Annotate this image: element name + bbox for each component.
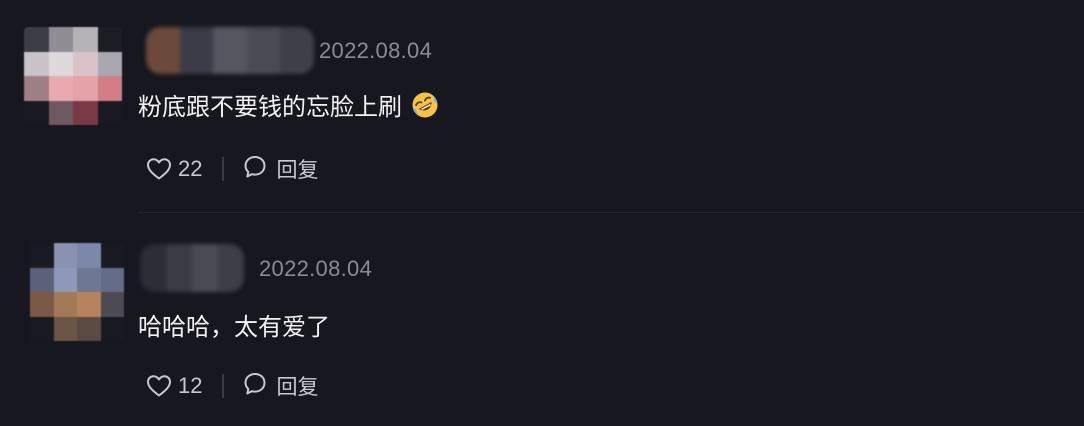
- comment-item: 2022.08.04 哈哈哈，太有爱了 12 回复: [0, 214, 1084, 426]
- avatar[interactable]: [30, 243, 124, 341]
- reply-label: 回复: [276, 158, 319, 182]
- comment-bubble-icon: [242, 371, 268, 401]
- heart-icon: [146, 374, 172, 398]
- username-redacted[interactable]: [146, 27, 314, 74]
- comment-text: 粉底跟不要钱的忘脸上刷: [138, 87, 440, 122]
- like-button[interactable]: 22: [146, 156, 202, 182]
- reply-label: 回复: [276, 375, 319, 399]
- comment-date: 2022.08.04: [259, 256, 373, 281]
- comment-bubble-icon: [242, 154, 268, 184]
- rolling-on-floor-laughing-emoji-icon: [410, 90, 440, 120]
- comment-divider: [138, 212, 1084, 213]
- username-redacted[interactable]: [140, 244, 244, 292]
- like-button[interactable]: 12: [146, 373, 202, 399]
- like-count: 12: [178, 373, 203, 398]
- like-count: 22: [178, 156, 203, 181]
- reply-button[interactable]: 回复: [242, 154, 318, 184]
- avatar[interactable]: [24, 27, 122, 125]
- comment-item: 2022.08.04 粉底跟不要钱的忘脸上刷 22 回复: [0, 0, 1084, 212]
- comment-list: 2022.08.04 粉底跟不要钱的忘脸上刷 22 回复 2022.08.04 …: [0, 0, 1084, 426]
- comment-date: 2022.08.04: [319, 38, 433, 63]
- action-divider: [222, 374, 225, 398]
- comment-actions: 12 回复: [146, 372, 318, 400]
- reply-button[interactable]: 回复: [242, 371, 318, 401]
- comment-actions: 22 回复: [146, 155, 318, 183]
- comment-text-content: 粉底跟不要钱的忘脸上刷: [138, 93, 402, 121]
- action-divider: [222, 157, 225, 181]
- comment-text-content: 哈哈哈，太有爱了: [138, 313, 330, 341]
- comment-text: 哈哈哈，太有爱了: [138, 307, 330, 342]
- heart-icon: [146, 157, 172, 181]
